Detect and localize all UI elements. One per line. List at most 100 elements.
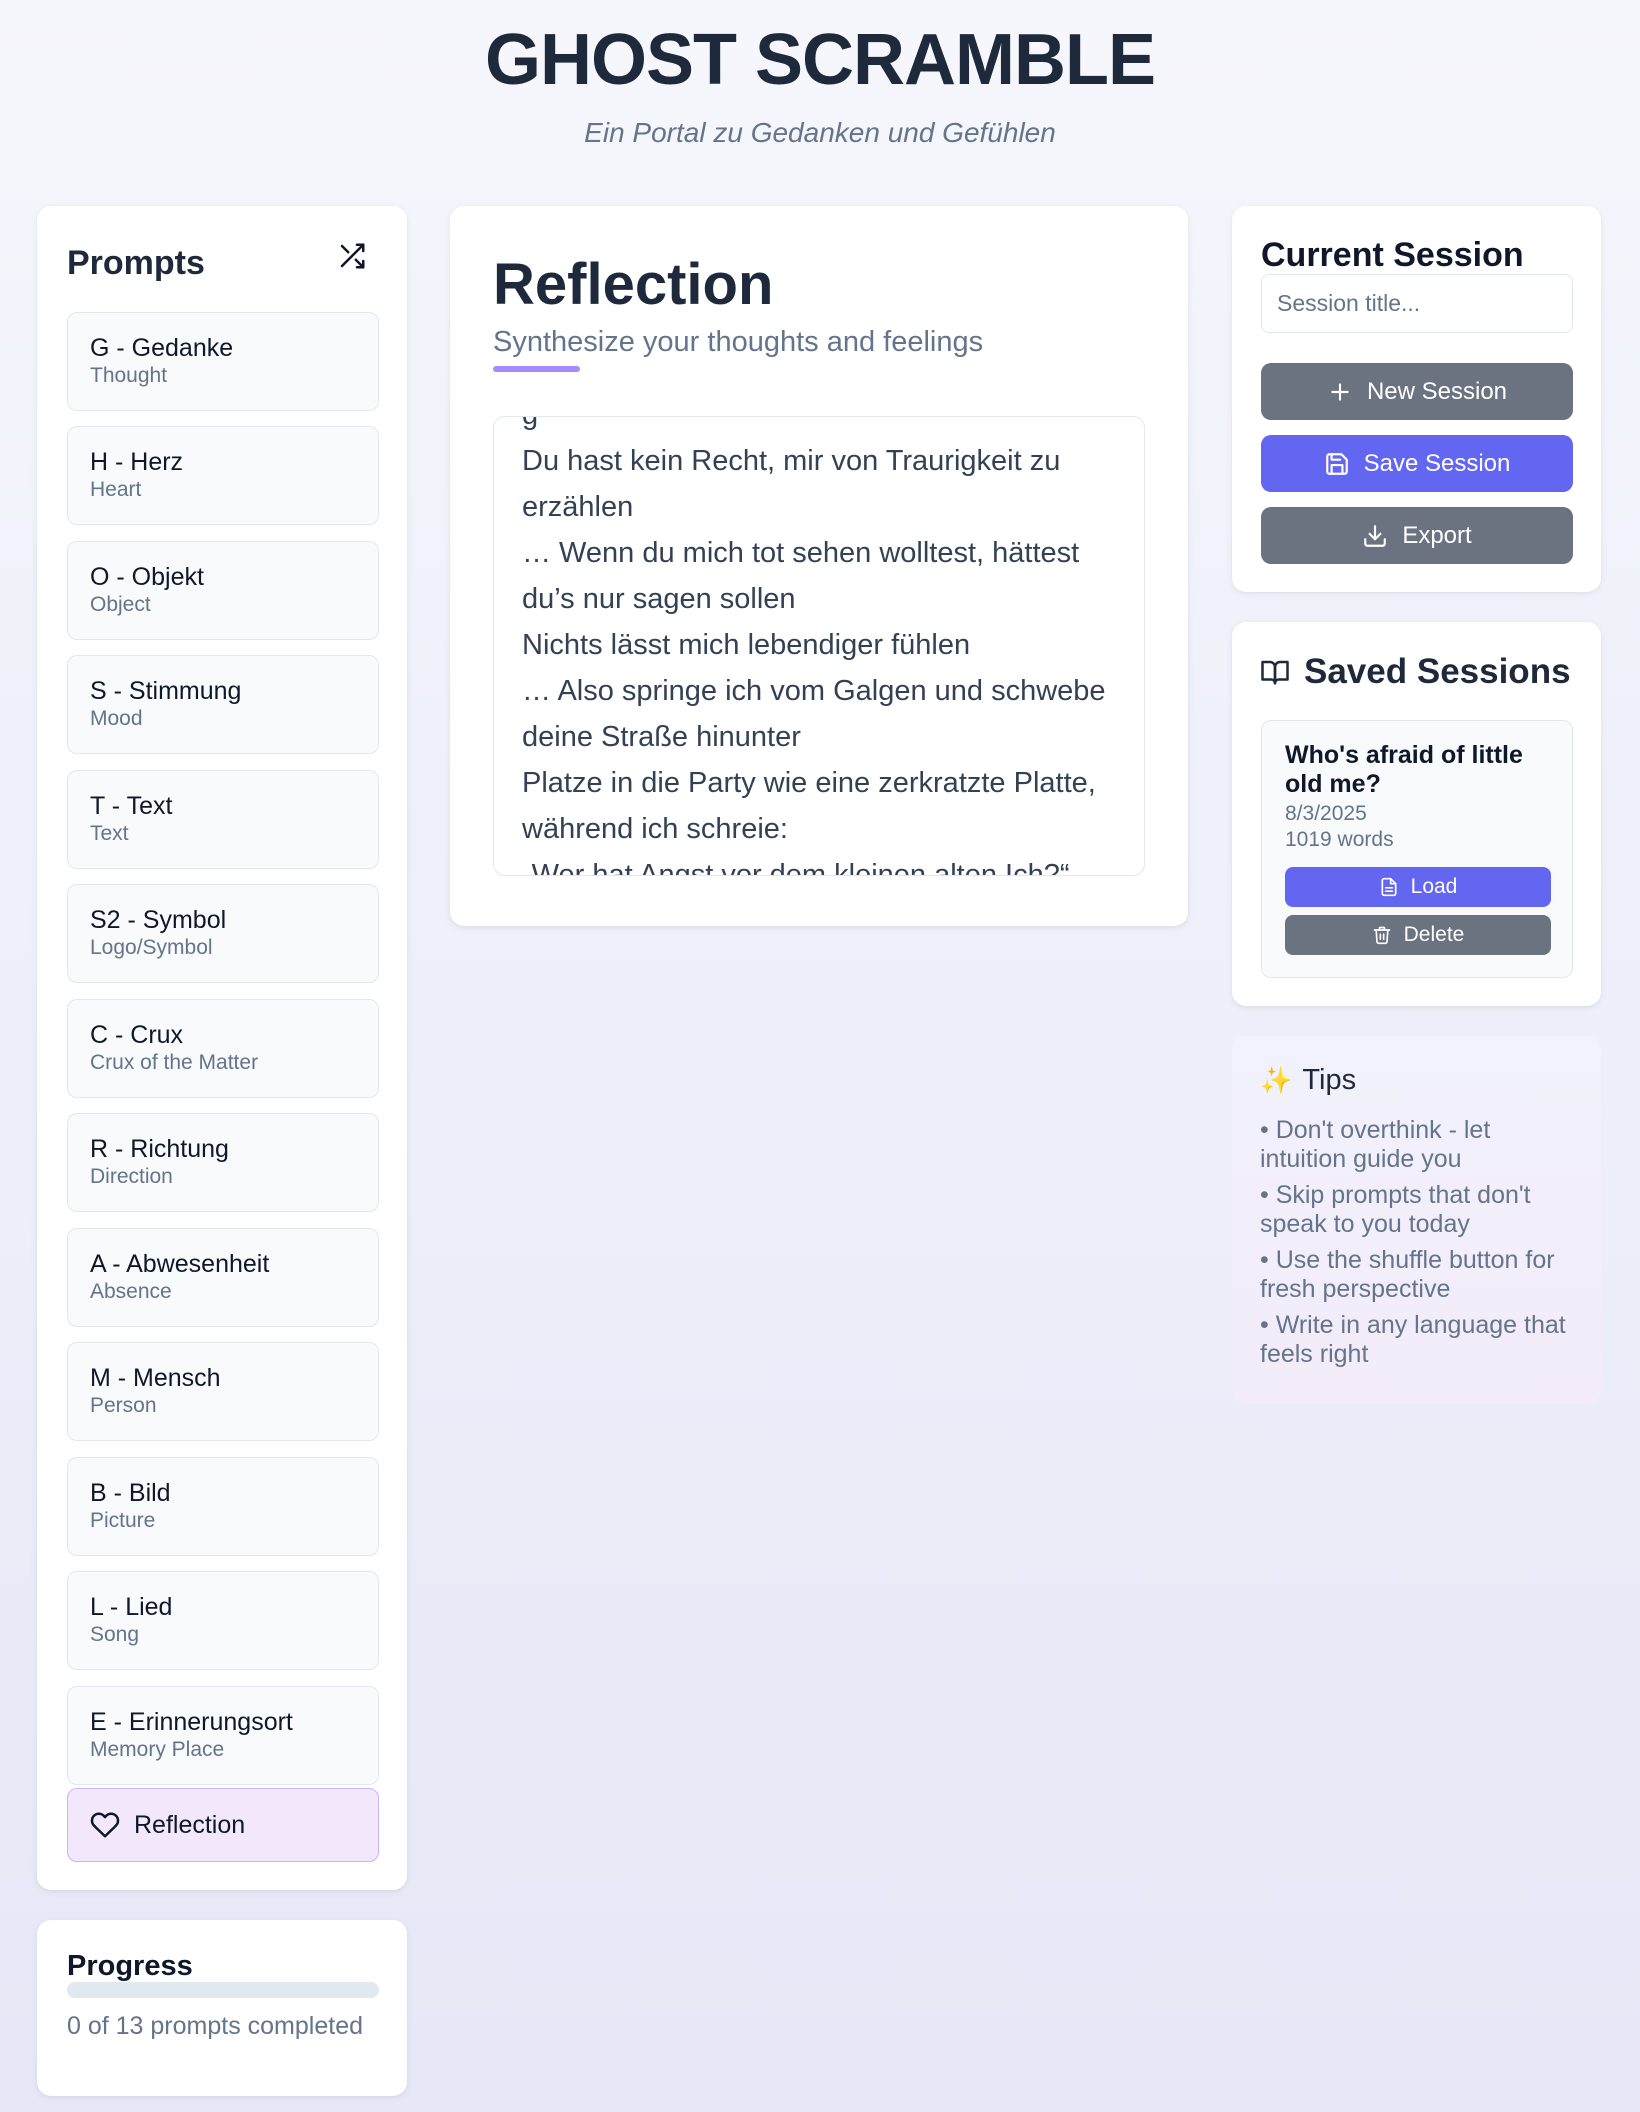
prompt-item-crux[interactable]: C - Crux Crux of the Matter	[67, 999, 379, 1098]
prompt-name: M - Mensch	[90, 1364, 221, 1392]
load-button[interactable]: Load	[1285, 867, 1551, 907]
text-line: … Also springe ich vom Galgen und schweb…	[522, 675, 1106, 707]
tip-item: • Write in any language that feels right	[1260, 1311, 1566, 1368]
current-session-title: Current Session	[1261, 236, 1524, 274]
saved-sessions-title: Saved Sessions	[1304, 652, 1571, 691]
trash-icon	[1372, 925, 1392, 945]
text-line: „Wer hat Angst vor dem kleinen alten Ich…	[522, 859, 1070, 876]
prompt-item-bild[interactable]: B - Bild Picture	[67, 1457, 379, 1556]
saved-session-word-count: 1019 words	[1285, 828, 1394, 851]
prompt-name: T - Text	[90, 792, 173, 820]
prompt-translation: Mood	[90, 707, 143, 730]
prompt-name: C - Crux	[90, 1021, 184, 1049]
prompt-translation: Logo/Symbol	[90, 936, 213, 959]
prompt-item-text[interactable]: T - Text Text	[67, 770, 379, 869]
export-button[interactable]: Export	[1261, 507, 1573, 564]
text-line: … Wenn du mich tot sehen wolltest, hätte…	[522, 537, 1080, 569]
save-session-label: Save Session	[1363, 449, 1511, 477]
new-session-label: New Session	[1366, 377, 1508, 405]
reflection-panel: Reflection Synthesize your thoughts and …	[450, 206, 1188, 926]
prompt-item-objekt[interactable]: O - Objekt Object	[67, 541, 379, 640]
book-icon	[1260, 657, 1290, 687]
text-line: Platze in die Party wie eine zerkratzte …	[522, 767, 1096, 799]
prompt-item-stimmung[interactable]: S - Stimmung Mood	[67, 655, 379, 754]
shuffle-icon	[337, 241, 367, 271]
text-line: du’s nur sagen sollen	[522, 583, 796, 615]
prompt-translation: Picture	[90, 1509, 156, 1532]
title-underline	[493, 366, 580, 372]
prompt-name: L - Lied	[90, 1593, 173, 1621]
app-subtitle: Ein Portal zu Gedanken und Gefühlen	[584, 117, 1056, 148]
prompt-item-mensch[interactable]: M - Mensch Person	[67, 1342, 379, 1441]
prompt-name: S - Stimmung	[90, 677, 242, 705]
saved-session-title: Who's afraid of little old me?	[1285, 741, 1523, 798]
progress-title: Progress	[67, 1950, 193, 1982]
prompt-item-abwesenheit[interactable]: A - Abwesenheit Absence	[67, 1228, 379, 1327]
prompt-translation: Absence	[90, 1280, 172, 1303]
prompt-name: G - Gedanke	[90, 334, 234, 362]
prompt-name: H - Herz	[90, 448, 184, 476]
tips-title: Tips	[1302, 1064, 1357, 1096]
prompt-item-herz[interactable]: H - Herz Heart	[67, 426, 379, 525]
reflection-label: Reflection	[134, 1810, 246, 1839]
prompt-item-gedanke[interactable]: G - Gedanke Thought	[67, 312, 379, 411]
sparkles-icon: ✨	[1260, 1065, 1293, 1095]
progress-text: 0 of 13 prompts completed	[67, 2012, 363, 2040]
prompt-translation: Object	[90, 593, 151, 616]
reflection-textarea[interactable]: g Du hast kein Recht, mir von Traurigkeit…	[493, 416, 1145, 876]
prompt-translation: Person	[90, 1394, 157, 1417]
reflection-text: g Du hast kein Recht, mir von Traurigkeit…	[522, 417, 1118, 876]
text-line: erzählen	[522, 491, 634, 523]
tips-list: • Don't overthink - let intuition guide …	[1260, 1116, 1580, 1376]
text-line: Du hast kein Recht, mir von Traurigkeit …	[522, 445, 1061, 477]
session-title-input[interactable]	[1261, 274, 1573, 333]
prompt-item-erinnerungsort[interactable]: E - Erinnerungsort Memory Place	[67, 1686, 379, 1785]
tip-item: • Skip prompts that don't speak to you t…	[1260, 1181, 1531, 1238]
prompt-translation: Song	[90, 1623, 140, 1646]
prompt-translation: Crux of the Matter	[90, 1051, 259, 1074]
prompt-name: A - Abwesenheit	[90, 1250, 270, 1278]
text-line: Nichts lässt mich lebendiger fühlen	[522, 629, 971, 661]
saved-session-item: Who's afraid of little old me? 8/3/2025 …	[1261, 720, 1573, 978]
prompt-translation: Text	[90, 822, 129, 845]
text-line: deine Straße hinunter	[522, 721, 801, 753]
reflection-subtitle: Synthesize your thoughts and feelings	[493, 326, 984, 358]
load-label: Load	[1410, 875, 1458, 898]
prompt-translation: Heart	[90, 478, 142, 501]
file-icon	[1379, 877, 1399, 897]
app-title: GHOST SCRAMBLE	[485, 20, 1156, 100]
prompt-item-reflection[interactable]: Reflection	[67, 1788, 379, 1862]
new-session-button[interactable]: New Session	[1261, 363, 1573, 420]
prompt-translation: Direction	[90, 1165, 173, 1188]
prompt-item-symbol[interactable]: S2 - Symbol Logo/Symbol	[67, 884, 379, 983]
text-line: während ich schreie:	[522, 813, 788, 845]
prompt-translation: Memory Place	[90, 1738, 225, 1761]
prompts-title: Prompts	[67, 244, 205, 282]
saved-session-date: 8/3/2025	[1285, 802, 1367, 825]
prompt-name: B - Bild	[90, 1479, 171, 1507]
prompt-item-richtung[interactable]: R - Richtung Direction	[67, 1113, 379, 1212]
shuffle-button[interactable]	[334, 238, 370, 274]
save-session-button[interactable]: Save Session	[1261, 435, 1573, 492]
text-line: g	[522, 417, 1118, 438]
prompt-name: O - Objekt	[90, 563, 204, 591]
delete-label: Delete	[1403, 923, 1465, 946]
prompt-item-lied[interactable]: L - Lied Song	[67, 1571, 379, 1670]
tips-panel: ✨ Tips • Don't overthink - let intuition…	[1232, 1036, 1601, 1404]
plus-icon	[1327, 379, 1353, 405]
prompt-name: E - Erinnerungsort	[90, 1708, 293, 1736]
prompts-panel: Prompts G - Gedanke Thought H - Herz Hea…	[37, 206, 407, 1890]
prompt-translation: Thought	[90, 364, 168, 387]
tips-header: ✨ Tips	[1260, 1064, 1356, 1097]
reflection-title: Reflection	[493, 252, 774, 317]
delete-button[interactable]: Delete	[1285, 915, 1551, 955]
prompt-name: R - Richtung	[90, 1135, 229, 1163]
progress-panel: Progress 0 of 13 prompts completed	[37, 1920, 407, 2096]
export-label: Export	[1402, 521, 1472, 549]
download-icon	[1362, 523, 1388, 549]
current-session-panel: Current Session New Session Save Session…	[1232, 206, 1601, 592]
heart-icon	[90, 1810, 120, 1840]
saved-sessions-header: Saved Sessions	[1260, 652, 1571, 692]
tip-item: • Use the shuffle button for fresh persp…	[1260, 1246, 1555, 1303]
progress-bar	[67, 1982, 379, 1998]
